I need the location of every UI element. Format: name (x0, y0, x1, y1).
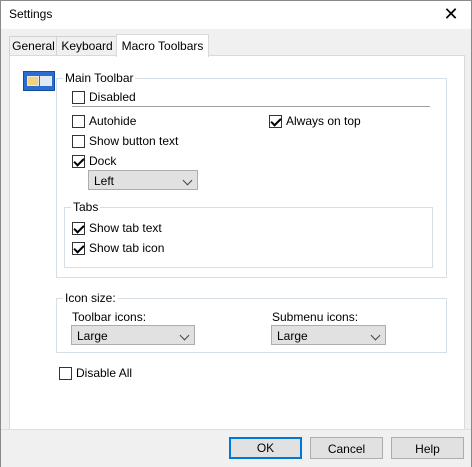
show-button-text-check-box (72, 134, 85, 148)
button-bar: OK Cancel Help (1, 429, 471, 467)
disabled-check-box (72, 90, 85, 104)
main-toolbar-legend: Main Toolbar (63, 71, 136, 85)
show-tab-icon-checkbox[interactable]: Show tab icon (72, 240, 164, 256)
chevron-down-icon (182, 175, 193, 186)
toolbar-icons-select[interactable]: Large (71, 325, 195, 345)
autohide-check-box (72, 114, 85, 128)
dock-check-box (72, 154, 85, 168)
dock-position-value: Left (94, 174, 115, 188)
ok-button[interactable]: OK (229, 437, 302, 459)
show-tab-icon-check-box (72, 241, 85, 255)
toolbar-icons-label: Toolbar icons: (72, 310, 147, 324)
disabled-checkbox[interactable]: Disabled (72, 89, 136, 105)
tab-general[interactable]: General (9, 36, 58, 56)
always-on-top-label: Always on top (286, 114, 361, 128)
icon-size-legend: Icon size: (63, 291, 118, 305)
settings-dialog: Settings ✕ General Keyboard Macro Toolba… (0, 0, 472, 467)
dock-checkbox[interactable]: Dock (72, 153, 116, 169)
always-on-top-checkbox[interactable]: Always on top (269, 113, 361, 129)
tab-macro-toolbars-label: Macro Toolbars (121, 39, 204, 53)
autohide-checkbox[interactable]: Autohide (72, 113, 136, 129)
show-tab-text-check-box (72, 221, 85, 235)
disable-all-check-box (59, 366, 72, 380)
chevron-down-icon (179, 330, 190, 341)
submenu-icons-value: Large (277, 329, 308, 343)
tab-macro-toolbars[interactable]: Macro Toolbars (116, 34, 209, 57)
title-bar: Settings ✕ (1, 1, 471, 29)
submenu-icons-label: Submenu icons: (272, 310, 359, 324)
toolbar-icons-value: Large (77, 329, 108, 343)
show-tab-icon-label: Show tab icon (89, 241, 165, 255)
show-tab-text-checkbox[interactable]: Show tab text (72, 220, 162, 236)
chevron-down-icon (370, 330, 381, 341)
cancel-button[interactable]: Cancel (310, 437, 383, 459)
close-icon[interactable]: ✕ (439, 3, 463, 25)
dock-label: Dock (89, 154, 117, 168)
tab-keyboard[interactable]: Keyboard (56, 36, 118, 56)
always-on-top-check-box (269, 114, 282, 128)
dock-position-select[interactable]: Left (88, 170, 198, 190)
window-title: Settings (9, 7, 53, 21)
separator (72, 106, 430, 107)
help-button[interactable]: Help (391, 437, 464, 459)
tabs-group: Tabs (64, 200, 433, 268)
tab-keyboard-label: Keyboard (61, 39, 113, 53)
disabled-label: Disabled (89, 90, 136, 104)
disable-all-label: Disable All (76, 366, 133, 380)
submenu-icons-select[interactable]: Large (271, 325, 386, 345)
toolbar-icon (23, 71, 55, 91)
show-tab-text-label: Show tab text (89, 221, 162, 235)
show-button-text-label: Show button text (89, 134, 179, 148)
tab-general-label: General (12, 39, 55, 53)
autohide-label: Autohide (89, 114, 137, 128)
tabs-legend: Tabs (71, 200, 101, 214)
disable-all-checkbox[interactable]: Disable All (59, 365, 132, 381)
show-button-text-checkbox[interactable]: Show button text (72, 133, 178, 149)
